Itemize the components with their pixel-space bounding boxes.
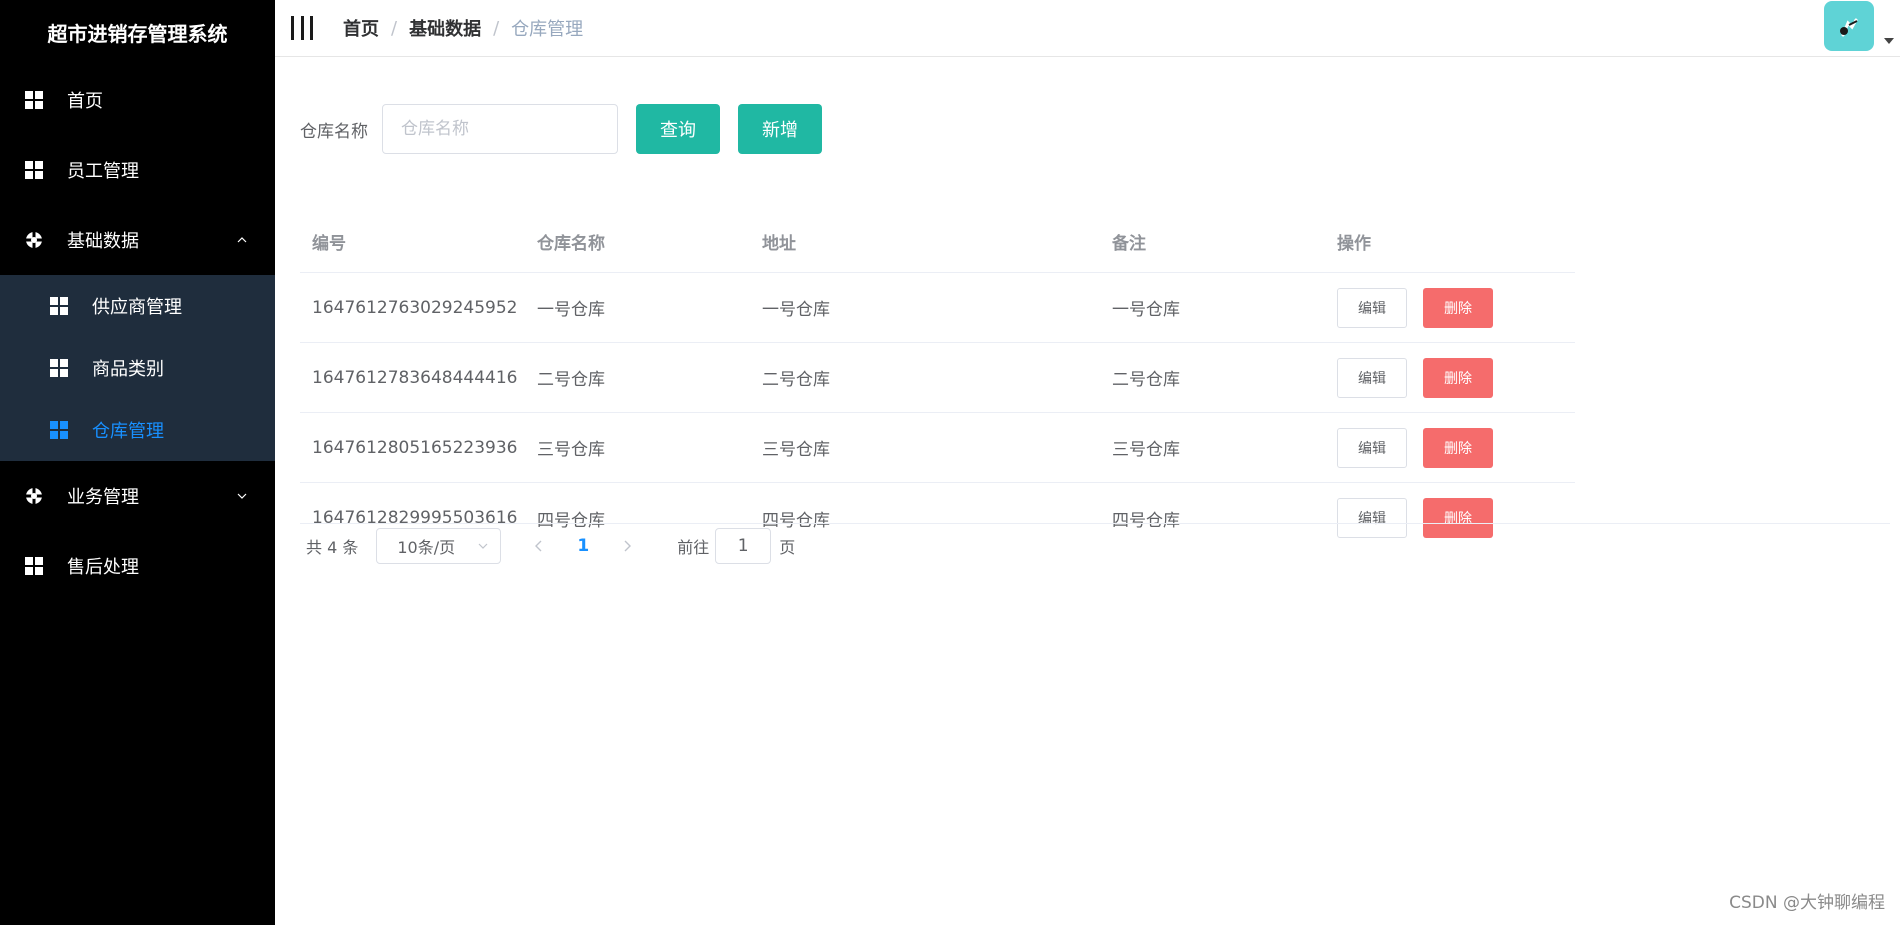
cell-actions: 编辑 删除	[1325, 357, 1575, 398]
sidebar-item-suppliers[interactable]: 供应商管理	[0, 275, 275, 337]
chevron-down-icon	[478, 543, 488, 549]
sidebar-item-after-sales[interactable]: 售后处理	[0, 531, 275, 601]
goto-suffix: 页	[779, 538, 796, 557]
prev-page-button[interactable]	[529, 536, 549, 556]
delete-button[interactable]: 删除	[1423, 287, 1493, 328]
sidebar-item-warehouses[interactable]: 仓库管理	[0, 399, 275, 461]
query-button[interactable]: 查询	[636, 104, 720, 154]
column-header: 编号	[312, 234, 346, 254]
cell-actions: 编辑 删除	[1325, 287, 1575, 328]
cell-remark: 四号仓库	[1112, 510, 1180, 531]
pagination: 共 4 条 10条/页 1 前往 页	[306, 526, 795, 566]
pagination-total: 共 4 条	[306, 538, 359, 557]
sidebar-item-home[interactable]: 首页	[0, 65, 275, 135]
sidebar-item-label: 首页	[67, 91, 103, 112]
chevron-left-icon	[535, 540, 542, 552]
table-header: 编号 仓库名称 地址 备注 操作	[300, 211, 1575, 273]
edit-button[interactable]: 编辑	[1337, 498, 1407, 538]
breadcrumb: 首页 / 基础数据 / 仓库管理	[343, 15, 583, 41]
delete-button[interactable]: 删除	[1423, 427, 1493, 468]
cell-name: 三号仓库	[537, 440, 605, 460]
delete-button[interactable]: 删除	[1423, 498, 1493, 538]
settings-icon	[25, 487, 43, 505]
cell-id: 1647612783648444416	[312, 367, 518, 388]
cell-address: 一号仓库	[762, 300, 830, 320]
column-header: 备注	[1112, 234, 1146, 254]
grid-icon	[50, 297, 68, 315]
sidebar-item-label: 基础数据	[67, 231, 139, 252]
column-header: 地址	[762, 234, 796, 254]
edit-button[interactable]: 编辑	[1337, 287, 1407, 328]
breadcrumb-separator: /	[391, 17, 398, 39]
chevron-down-icon	[237, 493, 247, 499]
edit-button[interactable]: 编辑	[1337, 427, 1407, 468]
sidebar-item-basic-data[interactable]: 基础数据	[0, 205, 275, 275]
app-title: 超市进销存管理系统	[47, 21, 228, 46]
grid-icon	[25, 161, 43, 179]
cell-remark: 二号仓库	[1112, 370, 1180, 390]
cell-actions: 编辑 删除	[1325, 427, 1575, 468]
warehouse-table: 编号 仓库名称 地址 备注 操作 1647612763029245952 一号仓…	[300, 211, 1575, 553]
table-row: 1647612805165223936 三号仓库 三号仓库 三号仓库 编辑 删除	[300, 413, 1575, 483]
add-button[interactable]: 新增	[738, 104, 822, 154]
grid-icon	[50, 421, 68, 439]
goto-page-input[interactable]	[715, 528, 772, 564]
page-size-select[interactable]: 10条/页	[376, 528, 502, 564]
grid-icon	[25, 557, 43, 575]
chevron-up-icon	[237, 237, 247, 243]
sidebar-item-staff[interactable]: 员工管理	[0, 135, 275, 205]
grid-icon	[50, 359, 68, 377]
next-page-button[interactable]	[617, 536, 637, 556]
sidebar-item-label: 业务管理	[67, 487, 139, 508]
settings-icon	[25, 231, 43, 249]
sidebar-item-categories[interactable]: 商品类别	[0, 337, 275, 399]
breadcrumb-home[interactable]: 首页	[343, 15, 379, 41]
sidebar-item-label: 售后处理	[67, 557, 139, 578]
user-avatar-icon	[1840, 18, 1858, 37]
delete-button[interactable]: 删除	[1423, 357, 1493, 398]
sidebar-item-label: 仓库管理	[92, 421, 164, 442]
top-navbar: 首页 / 基础数据 / 仓库管理	[275, 0, 1900, 57]
cell-name: 二号仓库	[537, 370, 605, 390]
breadcrumb-basic-data[interactable]: 基础数据	[409, 15, 481, 41]
sidebar: 超市进销存管理系统 首页 员工管理 基础数据 供应商管理 商品类别 仓库管理 业…	[0, 0, 275, 925]
sidebar-item-business[interactable]: 业务管理	[0, 461, 275, 531]
sidebar-item-label: 商品类别	[92, 359, 164, 380]
table-row: 1647612763029245952 一号仓库 一号仓库 一号仓库 编辑 删除	[300, 273, 1575, 343]
breadcrumb-current: 仓库管理	[511, 19, 584, 40]
submenu-basic-data: 供应商管理 商品类别 仓库管理	[0, 275, 275, 461]
caret-down-icon[interactable]	[1884, 38, 1894, 44]
chevron-right-icon	[624, 540, 632, 552]
watermark: CSDN @大钟聊编程	[1729, 893, 1885, 913]
edit-button[interactable]: 编辑	[1337, 357, 1407, 398]
cell-name: 一号仓库	[537, 300, 605, 320]
goto-label: 前往	[677, 538, 710, 557]
table-row: 1647612783648444416 二号仓库 二号仓库 二号仓库 编辑 删除	[300, 343, 1575, 413]
cell-remark: 一号仓库	[1112, 300, 1180, 320]
breadcrumb-separator: /	[493, 17, 500, 39]
avatar[interactable]	[1824, 1, 1874, 51]
main-content: 仓库名称 查询 新增 编号 仓库名称 地址 备注 操作 164761276302…	[275, 57, 1900, 925]
search-form: 仓库名称 查询 新增	[300, 104, 822, 154]
sidebar-item-label: 员工管理	[67, 161, 139, 182]
cell-id: 1647612829995503616	[312, 508, 518, 528]
table-divider	[300, 523, 1890, 524]
page-size-value: 10条/页	[397, 538, 456, 557]
cell-address: 四号仓库	[762, 510, 830, 531]
warehouse-name-input[interactable]	[382, 104, 618, 154]
column-header: 仓库名称	[537, 234, 605, 254]
cell-id: 1647612805165223936	[312, 437, 518, 458]
grid-icon	[25, 91, 43, 109]
cell-actions: 编辑 删除	[1325, 498, 1575, 538]
cell-address: 三号仓库	[762, 440, 830, 460]
cell-remark: 三号仓库	[1112, 440, 1180, 460]
column-header: 操作	[1337, 234, 1371, 254]
sidebar-item-label: 供应商管理	[92, 297, 182, 318]
hamburger-icon[interactable]	[291, 16, 313, 40]
search-label: 仓库名称	[300, 121, 368, 142]
page-number-current[interactable]: 1	[577, 536, 589, 556]
cell-id: 1647612763029245952	[312, 297, 518, 318]
cell-address: 二号仓库	[762, 370, 830, 390]
